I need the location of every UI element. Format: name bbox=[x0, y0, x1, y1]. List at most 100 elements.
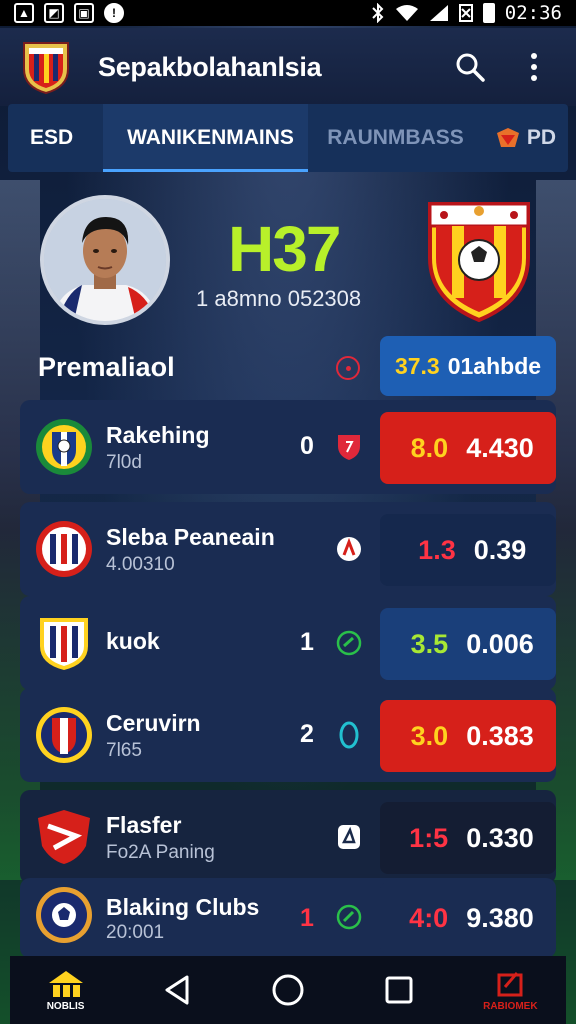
odds-primary: 3.5 bbox=[410, 628, 449, 659]
battery-icon bbox=[482, 3, 495, 23]
status-time: 02:36 bbox=[504, 2, 562, 24]
nav-home-label: NOBLIS bbox=[46, 1000, 85, 1012]
odds-primary: 1.3 bbox=[418, 534, 456, 565]
section-title: Premaliaol bbox=[38, 352, 175, 382]
club-badge-icon[interactable] bbox=[426, 196, 532, 324]
odds-button[interactable]: 1.3 0.39 bbox=[380, 514, 556, 586]
odds-secondary: 9.380 bbox=[466, 902, 534, 933]
match-count: 0 bbox=[300, 432, 314, 460]
team-sub: 7l0d bbox=[106, 452, 142, 473]
team-logo-icon bbox=[40, 618, 88, 670]
odds-primary: 4:0 bbox=[409, 902, 449, 933]
team-sub: 20:001 bbox=[106, 922, 165, 943]
team-sub: Fo2A Paning bbox=[106, 842, 215, 863]
shield-icon bbox=[338, 435, 360, 460]
odds-button[interactable]: 8.0 4.430 bbox=[380, 412, 556, 484]
odds-secondary: 0.383 bbox=[466, 720, 534, 751]
search-button[interactable] bbox=[448, 45, 492, 89]
flag-icon bbox=[496, 128, 519, 147]
tab-label: RAUNMBASS bbox=[327, 126, 464, 149]
image-icon: ▣ bbox=[74, 3, 94, 23]
hero-subtitle: 1 a8mno 052308 bbox=[196, 286, 362, 311]
recents-icon bbox=[385, 976, 413, 1004]
odds-button[interactable]: 3.5 0.006 bbox=[380, 608, 556, 680]
more-options-button[interactable] bbox=[512, 45, 556, 89]
nav-recents-button[interactable] bbox=[364, 959, 434, 1021]
team-name: Sleba Peaneain bbox=[106, 524, 275, 550]
ticket-icon bbox=[497, 971, 523, 996]
tab-label: PD bbox=[526, 126, 557, 149]
tab-label: WANIKENMAINS bbox=[127, 126, 294, 149]
bluetooth-icon bbox=[372, 3, 384, 23]
gallery-icon: ◩ bbox=[44, 3, 64, 23]
odds-secondary: 4.430 bbox=[466, 432, 534, 463]
team-logo-icon bbox=[36, 887, 92, 943]
odds-button[interactable]: 1:5 0.330 bbox=[380, 802, 556, 874]
circle-home-icon bbox=[272, 974, 304, 1006]
match-row[interactable]: kuok 1 3.5 0.006 bbox=[20, 596, 556, 690]
tab-raunmbass[interactable]: RAUNMBASS bbox=[308, 104, 483, 172]
odds-button[interactable]: 4:0 9.380 bbox=[380, 882, 556, 954]
boot-icon bbox=[338, 825, 360, 849]
info-icon: ! bbox=[104, 3, 124, 23]
odds-secondary: 0.330 bbox=[466, 822, 534, 853]
match-row[interactable]: Sleba Peaneain 4.00310 1.3 0.39 bbox=[20, 502, 556, 596]
nav-radio-button[interactable]: RABIOMEK bbox=[475, 959, 545, 1021]
team-sub: 7l65 bbox=[106, 740, 142, 761]
team-logo-icon bbox=[36, 707, 92, 763]
tab-pd[interactable]: PD bbox=[483, 104, 568, 172]
back-icon bbox=[165, 975, 189, 1005]
team-logo-icon bbox=[36, 419, 92, 475]
check-icon bbox=[336, 630, 362, 656]
section-summary-button[interactable]: 37.3 01ahbde bbox=[380, 336, 556, 396]
alert-icon bbox=[337, 537, 361, 561]
nav-home[interactable]: NOBLIS bbox=[31, 959, 101, 1021]
player-photo bbox=[44, 199, 166, 321]
odds-primary: 3.0 bbox=[410, 720, 449, 751]
signal-icon bbox=[429, 5, 448, 21]
odds-secondary: 0.006 bbox=[466, 628, 534, 659]
team-name: Blaking Clubs bbox=[106, 894, 260, 920]
tab-wanikenmains[interactable]: WANIKENMAINS bbox=[103, 104, 308, 172]
match-row[interactable]: Rakehing 7l0d 0 8.0 4.430 bbox=[20, 400, 556, 494]
bottom-nav: NOBLIS RABIOMEK bbox=[10, 956, 566, 1024]
team-logo-icon bbox=[38, 810, 90, 864]
odds-button[interactable]: 3.0 0.383 bbox=[380, 700, 556, 772]
odds-primary: 8.0 bbox=[410, 432, 449, 463]
nav-right-label: RABIOMEK bbox=[483, 1000, 538, 1012]
notification-icon: ▲ bbox=[14, 3, 34, 23]
odds-primary: 1:5 bbox=[409, 822, 449, 853]
summary-text: 01ahbde bbox=[447, 352, 542, 379]
status-bar: ▲ ◩ ▣ ! 02:36 bbox=[0, 0, 576, 26]
match-count: 1 bbox=[300, 904, 314, 932]
match-row[interactable]: Flasfer Fo2A Paning 1:5 0.330 bbox=[20, 790, 556, 884]
tab-label: ESD bbox=[30, 126, 74, 149]
team-sub: 4.00310 bbox=[106, 554, 175, 575]
player-avatar[interactable] bbox=[40, 195, 170, 325]
search-icon bbox=[456, 53, 485, 82]
summary-highlight: 37.3 bbox=[394, 352, 440, 379]
ring-icon bbox=[339, 721, 359, 749]
nav-home-button[interactable] bbox=[253, 959, 323, 1021]
team-logo-icon bbox=[36, 521, 92, 577]
home-icon bbox=[48, 970, 83, 997]
app-bar: Sepakbolahanlsia bbox=[0, 28, 576, 106]
match-count: 1 bbox=[300, 628, 314, 656]
app-title: Sepakbolahanlsia bbox=[98, 51, 322, 82]
wifi-icon bbox=[395, 5, 418, 21]
team-name: Flasfer bbox=[106, 812, 182, 838]
tab-esd[interactable]: ESD bbox=[8, 104, 103, 172]
match-row[interactable]: Ceruvirn 7l65 2 3.0 0.383 bbox=[20, 688, 556, 782]
team-name: kuok bbox=[106, 628, 160, 654]
odds-secondary: 0.39 bbox=[473, 534, 527, 565]
more-vertical-icon bbox=[531, 53, 537, 81]
tab-bar: ESD WANIKENMAINS RAUNMBASS PD bbox=[8, 104, 568, 172]
match-row[interactable]: Blaking Clubs 20:001 1 4:0 9.380 bbox=[20, 878, 556, 958]
no-sim-icon bbox=[458, 4, 473, 22]
hero-score: H37 bbox=[228, 213, 341, 285]
app-logo-icon bbox=[23, 42, 69, 95]
nav-back-button[interactable] bbox=[142, 959, 212, 1021]
team-name: Rakehing bbox=[106, 422, 210, 448]
check-icon bbox=[336, 904, 362, 930]
match-count: 2 bbox=[300, 720, 314, 748]
